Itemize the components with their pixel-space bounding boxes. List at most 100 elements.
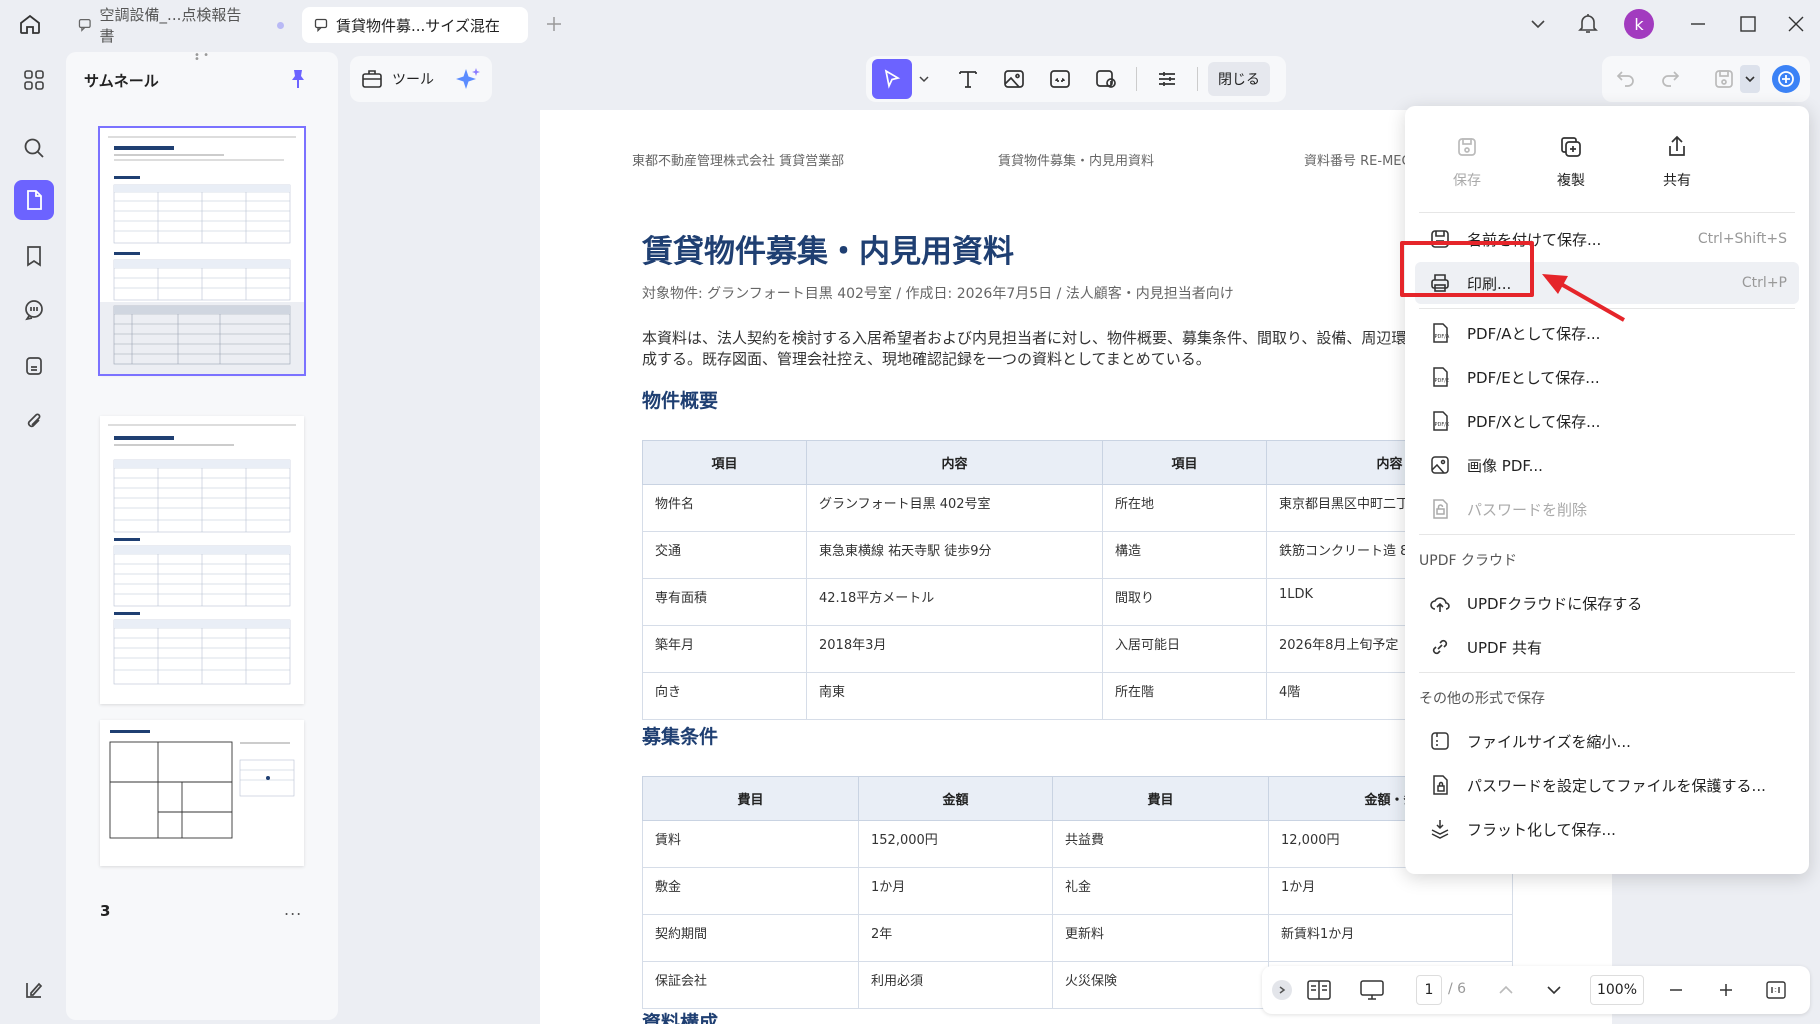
new-tab-plus-icon[interactable] [544, 14, 564, 34]
close-edit-button[interactable]: 閉じる [1208, 62, 1270, 96]
table-cell: 所在階 [1102, 672, 1267, 720]
tab-inspection-report[interactable]: 空調設備_...点検報告書 [66, 6, 296, 45]
menu-item-updf-share[interactable]: UPDF 共有 [1415, 626, 1799, 668]
zoom-in-icon[interactable] [1716, 980, 1736, 1000]
comment-icon [314, 18, 328, 32]
intro-line-1: 本資料は、法人契約を検討する入居希望者および内見担当者に対し、物件概要、募集条件… [642, 329, 1407, 347]
menu-save-button[interactable]: 保存 [1427, 132, 1507, 190]
zoom-out-icon[interactable] [1666, 980, 1686, 1000]
user-avatar[interactable]: k [1624, 9, 1654, 39]
table-cell: 東急東横線 祐天寺駅 徒歩9分 [806, 531, 1103, 579]
menu-share-button[interactable]: 共有 [1637, 132, 1717, 190]
tab-rental-listing[interactable]: 賃貸物件募...サイズ混在 [302, 7, 528, 43]
current-page-input[interactable]: 1 [1416, 975, 1442, 1005]
page-thumbnail-2[interactable] [100, 416, 304, 704]
menu-divider [1419, 672, 1795, 673]
page-thumbnail-1[interactable] [98, 126, 306, 376]
menu-item-save-pdfx[interactable]: PDF/X PDF/Xとして保存... [1415, 400, 1799, 442]
menu-item-shortcut: Ctrl+P [1741, 275, 1787, 291]
document-intro: 本資料は、法人契約を検討する入居希望者および内見担当者に対し、物件概要、募集条件… [642, 328, 1442, 370]
ai-sparkle-icon[interactable] [454, 65, 482, 93]
pin-icon[interactable] [288, 68, 308, 90]
property-overview-table: 項目 内容 項目 内容 物件名 グランフォート目黒 402号室 所在地 東京都目黒区中… [642, 440, 1513, 720]
select-cursor-icon[interactable] [872, 59, 912, 99]
menu-item-label: PDF/Eとして保存... [1467, 368, 1600, 387]
table-cell: 向き [642, 672, 807, 720]
page-thumbnail-3[interactable] [100, 720, 304, 866]
notification-bell-icon[interactable] [1576, 11, 1600, 35]
attachments-panel-icon[interactable] [14, 346, 54, 386]
thumbnail-more-button-3[interactable]: ... [284, 900, 302, 919]
apps-grid-icon[interactable] [14, 60, 54, 100]
actual-size-icon[interactable] [1764, 978, 1788, 1002]
chevron-down-icon[interactable] [1528, 14, 1548, 34]
left-tool-strip [0, 48, 66, 1024]
right-toolbar [1602, 56, 1810, 102]
svg-text:PDF/E: PDF/E [1435, 378, 1450, 384]
select-dropdown-chevron-icon[interactable] [918, 59, 932, 99]
menu-item-remove-password[interactable]: パスワードを削除 [1415, 488, 1799, 530]
undo-icon[interactable] [1614, 67, 1638, 91]
menu-duplicate-label: 複製 [1557, 173, 1585, 189]
flatten-layers-icon [1427, 816, 1453, 842]
menu-item-label: PDF/Xとして保存... [1467, 412, 1601, 431]
toolbox-icon [362, 70, 382, 88]
thumbnails-page-icon[interactable] [14, 180, 54, 220]
image-pdf-icon [1427, 452, 1453, 478]
form-fields-icon[interactable] [1147, 59, 1187, 99]
menu-item-label: ファイルサイズを縮小... [1467, 732, 1631, 751]
close-window-icon[interactable] [1786, 14, 1806, 34]
thumbnail-panel: • • • サムネール 1 ... [66, 51, 338, 1020]
menu-item-save-to-cloud[interactable]: UPDFクラウドに保存する [1415, 582, 1799, 624]
stamp-tool-icon[interactable] [1086, 59, 1126, 99]
menu-item-flatten-save[interactable]: フラット化して保存... [1415, 808, 1799, 850]
page-layout-icon[interactable] [1306, 978, 1332, 1002]
bookmark-icon[interactable] [14, 236, 54, 276]
total-pages: / 6 [1448, 981, 1467, 997]
menu-item-shortcut: Ctrl+Shift+S [1697, 231, 1787, 247]
save-icon[interactable] [1712, 67, 1736, 91]
section-heading-terms: 募集条件 [642, 726, 719, 748]
previous-page-chevron-up-icon[interactable] [1496, 980, 1516, 1000]
text-tool-icon[interactable] [948, 59, 988, 99]
table-header: 費目 [642, 776, 859, 821]
comments-icon[interactable] [14, 290, 54, 330]
panel-drag-handle[interactable]: • • • [194, 51, 212, 65]
share-icon [1662, 132, 1692, 162]
page-header-left: 東都不動産管理株式会社 賃貸営業部 [632, 154, 845, 169]
tab-label: 空調設備_...点検報告書 [99, 6, 242, 45]
redo-icon[interactable] [1658, 67, 1682, 91]
next-page-chevron-down-icon[interactable] [1544, 980, 1564, 1000]
collapse-bar-icon[interactable] [1272, 980, 1292, 1000]
menu-item-protect-password[interactable]: パスワードを設定してファイルを保護する... [1415, 764, 1799, 806]
table-header: 金額 [858, 776, 1053, 821]
maximize-icon[interactable] [1738, 14, 1758, 34]
pdf-x-icon: PDF/X [1427, 408, 1453, 434]
link-tool-icon[interactable] [1040, 59, 1080, 99]
menu-duplicate-button[interactable]: 複製 [1531, 132, 1611, 190]
presentation-icon[interactable] [1358, 978, 1386, 1002]
layers-icon[interactable] [14, 970, 54, 1010]
table-header: 項目 [642, 440, 807, 485]
table-row: 敷金 1か月 礼金 1か月 [642, 867, 1513, 915]
minimize-icon[interactable] [1688, 14, 1708, 34]
menu-item-image-pdf[interactable]: 画像 PDF... [1415, 444, 1799, 486]
menu-save-label: 保存 [1453, 173, 1481, 189]
tools-button[interactable]: ツール [360, 67, 434, 91]
menu-item-save-pdfe[interactable]: PDF/E PDF/Eとして保存... [1415, 356, 1799, 398]
search-icon[interactable] [14, 128, 54, 168]
table-cell: 共益費 [1052, 820, 1269, 868]
updf-ai-assistant-icon[interactable] [1772, 65, 1800, 93]
save-menu-chevron-icon[interactable] [1740, 65, 1760, 93]
table-cell: 更新料 [1052, 914, 1269, 962]
home-icon[interactable] [18, 12, 42, 36]
table-row: 物件名 グランフォート目黒 402号室 所在地 東京都目黒区中町二丁 [642, 484, 1513, 532]
menu-item-reduce-size[interactable]: ファイルサイズを縮小... [1415, 720, 1799, 762]
zoom-level-input[interactable]: 100% [1590, 975, 1644, 1005]
svg-text:PDF/X: PDF/X [1435, 422, 1450, 428]
section-heading-overview: 物件概要 [642, 390, 719, 412]
title-bar: 空調設備_...点検報告書 賃貸物件募...サイズ混在 k [0, 0, 1820, 48]
paperclip-icon[interactable] [14, 402, 54, 442]
highlight-box [1400, 241, 1534, 297]
image-tool-icon[interactable] [994, 59, 1034, 99]
